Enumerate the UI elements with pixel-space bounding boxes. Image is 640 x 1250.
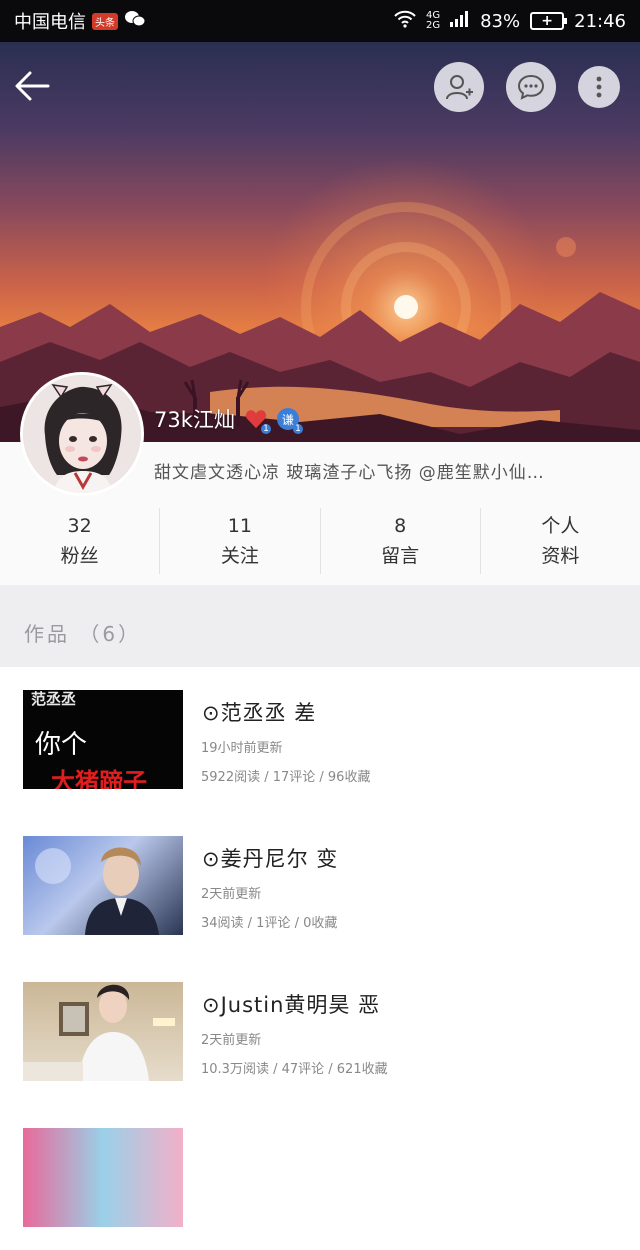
- add-friend-icon: [446, 75, 473, 100]
- stat-fans-value: 32: [67, 515, 92, 537]
- wifi-icon: [394, 10, 416, 33]
- work-thumbnail: [23, 836, 183, 935]
- stat-messages-value: 8: [394, 515, 407, 537]
- work-thumbnail: [23, 1128, 183, 1227]
- list-item[interactable]: [0, 1105, 640, 1250]
- thumb-text-1: 范丞丞: [31, 690, 77, 708]
- rank-medal-icon[interactable]: 谦 1: [276, 408, 303, 434]
- more-button[interactable]: [578, 66, 620, 108]
- work-title: ⊙Justin黄明昊 恶: [202, 993, 381, 1017]
- network-bottom: 2G: [425, 20, 441, 31]
- battery-icon: +: [530, 12, 568, 30]
- carrier-label: 中国电信: [14, 12, 86, 33]
- stat-fans-label: 粉丝: [60, 545, 99, 567]
- stat-following-value: 11: [227, 515, 252, 537]
- work-updated: 19小时前更新: [201, 741, 283, 756]
- clock: 21:46: [574, 10, 626, 32]
- stat-profile[interactable]: 个人 资料: [481, 508, 640, 574]
- work-thumbnail: [23, 982, 183, 1081]
- signal-icon: [450, 10, 470, 32]
- add-friend-button[interactable]: [434, 62, 484, 112]
- back-arrow-icon: [15, 71, 50, 101]
- work-thumbnail: 范丞丞 你个 大猪蹄子: [23, 690, 183, 789]
- work-updated: 2天前更新: [201, 887, 262, 902]
- work-title: ⊙范丞丞 差: [202, 701, 317, 725]
- wechat-icon: [124, 10, 146, 33]
- more-icon: [596, 76, 602, 98]
- work-stats: 5922阅读 / 17评论 / 96收藏: [201, 770, 371, 785]
- stat-following[interactable]: 11 关注: [160, 508, 321, 574]
- stat-profile-top: 个人: [541, 515, 580, 537]
- heart-medal-icon[interactable]: 1: [245, 408, 271, 434]
- stat-profile-bottom: 资料: [541, 545, 580, 567]
- avatar[interactable]: [20, 372, 144, 496]
- stat-fans[interactable]: 32 粉丝: [0, 508, 161, 574]
- list-item[interactable]: ⊙Justin黄明昊 恶 2天前更新 10.3万阅读 / 47评论 / 621收…: [0, 959, 640, 1104]
- rank-medal-count: 1: [293, 424, 303, 434]
- works-section-title: 作品 （6）: [24, 622, 142, 646]
- rank-medal-label: 谦: [281, 412, 294, 427]
- work-thumbnail-image: [35, 847, 159, 935]
- heart-medal-count: 1: [261, 424, 271, 434]
- thumb-text-3: 大猪蹄子: [51, 768, 147, 789]
- back-button[interactable]: [12, 64, 56, 108]
- username: 73k江灿: [154, 408, 235, 432]
- stat-messages[interactable]: 8 留言: [321, 508, 481, 574]
- message-button[interactable]: [506, 62, 556, 112]
- work-updated: 2天前更新: [201, 1033, 262, 1048]
- status-bar: 中国电信 头条 4G 2G 83% + 21:46: [0, 0, 640, 42]
- list-item[interactable]: 范丞丞 你个 大猪蹄子 ⊙范丞丞 差 19小时前更新 5922阅读 / 17评论…: [0, 667, 640, 812]
- stat-messages-label: 留言: [381, 545, 420, 567]
- thumb-text-2: 你个: [35, 730, 88, 760]
- message-icon: [517, 74, 545, 100]
- battery-percent: 83%: [480, 10, 521, 32]
- avatar-image: [23, 375, 141, 493]
- work-stats: 34阅读 / 1评论 / 0收藏: [201, 916, 338, 931]
- toutiao-badge: 头条: [92, 12, 118, 30]
- list-item[interactable]: ⊙姜丹尼尔 变 2天前更新 34阅读 / 1评论 / 0收藏: [0, 813, 640, 958]
- profile-bio: 甜文虐文透心凉 玻璃渣子心飞扬 @鹿笙默小仙…: [154, 463, 545, 483]
- stats-bar: 32 粉丝 11 关注 8 留言 个人 资料: [0, 508, 640, 574]
- work-title: ⊙姜丹尼尔 变: [202, 847, 339, 871]
- username-row: 73k江灿 1 谦 1: [154, 404, 303, 434]
- work-stats: 10.3万阅读 / 47评论 / 621收藏: [201, 1062, 388, 1077]
- work-thumbnail-image: [23, 984, 175, 1081]
- stat-following-label: 关注: [220, 545, 259, 567]
- network-type: 4G 2G: [426, 11, 440, 31]
- top-actions: [434, 62, 620, 112]
